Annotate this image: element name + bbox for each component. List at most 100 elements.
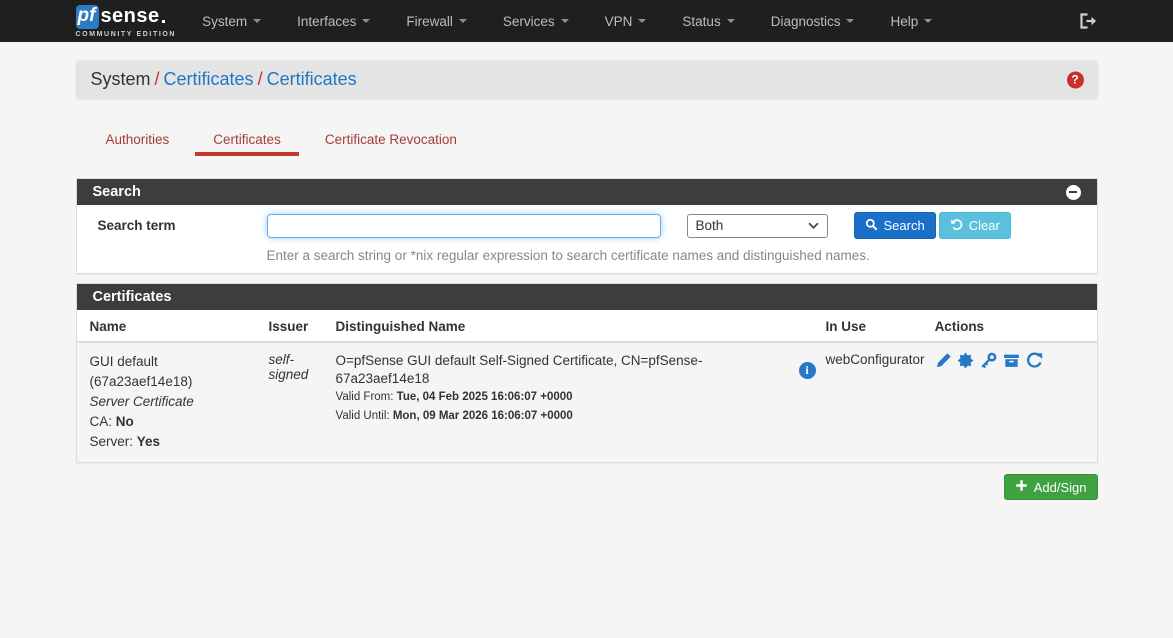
nav-item-status[interactable]: Status xyxy=(664,0,752,42)
caret-down-icon xyxy=(253,19,261,23)
nav-item-firewall[interactable]: Firewall xyxy=(388,0,485,42)
nav-item-services[interactable]: Services xyxy=(485,0,587,42)
breadcrumb-separator: / xyxy=(254,69,267,89)
certificate-ca-flag: CA: No xyxy=(90,412,259,432)
dn-text: O=pfSense GUI default Self-Signed Certif… xyxy=(336,352,785,388)
cell-name: GUI default (67a23aef14e18) Server Certi… xyxy=(77,342,267,462)
cell-actions xyxy=(933,342,1097,462)
pfsense-logo-wordmark: pfsense xyxy=(76,5,177,29)
search-panel-body: Search term Both Search xyxy=(77,205,1097,273)
nav-item-interfaces[interactable]: Interfaces xyxy=(279,0,388,42)
brand-dot xyxy=(162,20,165,23)
export-key-icon[interactable] xyxy=(980,352,997,369)
renew-repeat-icon[interactable] xyxy=(1026,352,1043,369)
pfsense-logo-pf: pf xyxy=(76,5,100,29)
nav-item-vpn-label: VPN xyxy=(605,14,633,29)
caret-down-icon xyxy=(924,19,932,23)
add-sign-button[interactable]: Add/Sign xyxy=(1004,474,1098,500)
nav-item-status-label: Status xyxy=(682,14,720,29)
certificate-type: Server Certificate xyxy=(90,392,259,412)
column-header-distinguished-name: Distinguished Name xyxy=(334,310,824,342)
ca-value: No xyxy=(116,414,134,429)
search-term-label: Search term xyxy=(77,218,267,233)
nav-item-system-label: System xyxy=(202,14,247,29)
nav-item-help-label: Help xyxy=(890,14,918,29)
sign-out-icon[interactable] xyxy=(1079,13,1098,29)
nav-item-system[interactable]: System xyxy=(184,0,279,42)
edit-pencil-icon[interactable] xyxy=(935,352,952,369)
search-input[interactable] xyxy=(267,214,661,238)
tab-certificates[interactable]: Certificates xyxy=(195,125,299,156)
tab-bar: Authorities Certificates Certificate Rev… xyxy=(76,125,1098,156)
collapse-minus-icon[interactable] xyxy=(1066,185,1081,200)
search-button[interactable]: Search xyxy=(854,212,936,239)
breadcrumb: System/Certificates/Certificates ? xyxy=(76,60,1098,99)
caret-down-icon xyxy=(459,19,467,23)
certificates-panel: Certificates Name Issuer Distinguished N… xyxy=(76,283,1098,463)
pfsense-logo-tagline: COMMUNITY EDITION xyxy=(76,31,177,38)
server-label: Server: xyxy=(90,434,134,449)
tab-certificate-revocation[interactable]: Certificate Revocation xyxy=(307,125,475,156)
column-header-in-use: In Use xyxy=(824,310,933,342)
ca-label: CA: xyxy=(90,414,113,429)
nav-item-diagnostics[interactable]: Diagnostics xyxy=(753,0,873,42)
valid-until-line: Valid Until: Mon, 09 Mar 2026 16:06:07 +… xyxy=(336,407,816,426)
server-value: Yes xyxy=(137,434,160,449)
valid-from-value: Tue, 04 Feb 2025 16:06:07 +0000 xyxy=(397,391,573,403)
plus-icon xyxy=(1015,479,1028,495)
search-type-selected-value: Both xyxy=(696,218,724,233)
breadcrumb-link-certificates[interactable]: Certificates xyxy=(164,69,254,89)
cell-in-use: webConfigurator xyxy=(824,342,933,462)
export-p12-archive-icon[interactable] xyxy=(1003,352,1020,369)
navbar-menu: System Interfaces Firewall Services VPN … xyxy=(184,0,950,42)
table-row: GUI default (67a23aef14e18) Server Certi… xyxy=(77,342,1097,462)
table-header-row: Name Issuer Distinguished Name In Use Ac… xyxy=(77,310,1097,342)
export-certificate-seal-icon[interactable] xyxy=(957,352,974,369)
search-button-label: Search xyxy=(884,218,925,233)
search-type-select[interactable]: Both xyxy=(687,214,828,238)
clear-button[interactable]: Clear xyxy=(939,212,1011,239)
pfsense-logo-sense: sense xyxy=(100,5,159,28)
chevron-down-icon xyxy=(808,222,819,229)
valid-from-label: Valid From: xyxy=(336,391,394,403)
caret-down-icon xyxy=(638,19,646,23)
help-icon[interactable]: ? xyxy=(1067,71,1084,88)
certificates-panel-header: Certificates xyxy=(77,284,1097,310)
caret-down-icon xyxy=(561,19,569,23)
certificates-panel-title: Certificates xyxy=(93,289,172,305)
column-header-issuer: Issuer xyxy=(267,310,334,342)
search-form-row: Search term Both Search xyxy=(77,212,1097,239)
add-sign-button-label: Add/Sign xyxy=(1034,480,1087,495)
search-icon xyxy=(865,218,878,234)
valid-from-line: Valid From: Tue, 04 Feb 2025 16:06:07 +0… xyxy=(336,388,816,407)
cell-distinguished-name: O=pfSense GUI default Self-Signed Certif… xyxy=(334,342,824,462)
search-panel-title: Search xyxy=(93,184,141,200)
undo-icon xyxy=(950,218,963,234)
nav-item-diagnostics-label: Diagnostics xyxy=(771,14,841,29)
top-navbar: pfsense COMMUNITY EDITION System Interfa… xyxy=(0,0,1173,42)
nav-item-firewall-label: Firewall xyxy=(406,14,453,29)
nav-item-interfaces-label: Interfaces xyxy=(297,14,356,29)
pfsense-logo[interactable]: pfsense COMMUNITY EDITION xyxy=(76,5,177,38)
valid-until-label: Valid Until: xyxy=(336,410,390,422)
footer-actions: Add/Sign xyxy=(76,474,1098,500)
column-header-name: Name xyxy=(77,310,267,342)
breadcrumb-root: System xyxy=(91,69,151,89)
cell-issuer: self-signed xyxy=(267,342,334,462)
breadcrumb-link-certificates-page[interactable]: Certificates xyxy=(267,69,357,89)
info-icon[interactable]: i xyxy=(799,362,816,379)
nav-item-vpn[interactable]: VPN xyxy=(587,0,665,42)
breadcrumb-separator: / xyxy=(151,69,164,89)
search-panel: Search Search term Both Search xyxy=(76,178,1098,274)
tab-authorities[interactable]: Authorities xyxy=(88,125,188,156)
certificates-table: Name Issuer Distinguished Name In Use Ac… xyxy=(77,310,1097,462)
certificate-server-flag: Server: Yes xyxy=(90,432,259,452)
caret-down-icon xyxy=(362,19,370,23)
search-panel-header: Search xyxy=(77,179,1097,205)
caret-down-icon xyxy=(846,19,854,23)
navbar-inner: pfsense COMMUNITY EDITION System Interfa… xyxy=(76,0,1098,42)
valid-until-value: Mon, 09 Mar 2026 16:06:07 +0000 xyxy=(393,410,573,422)
nav-item-help[interactable]: Help xyxy=(872,0,950,42)
column-header-actions: Actions xyxy=(933,310,1097,342)
clear-button-label: Clear xyxy=(969,218,1000,233)
